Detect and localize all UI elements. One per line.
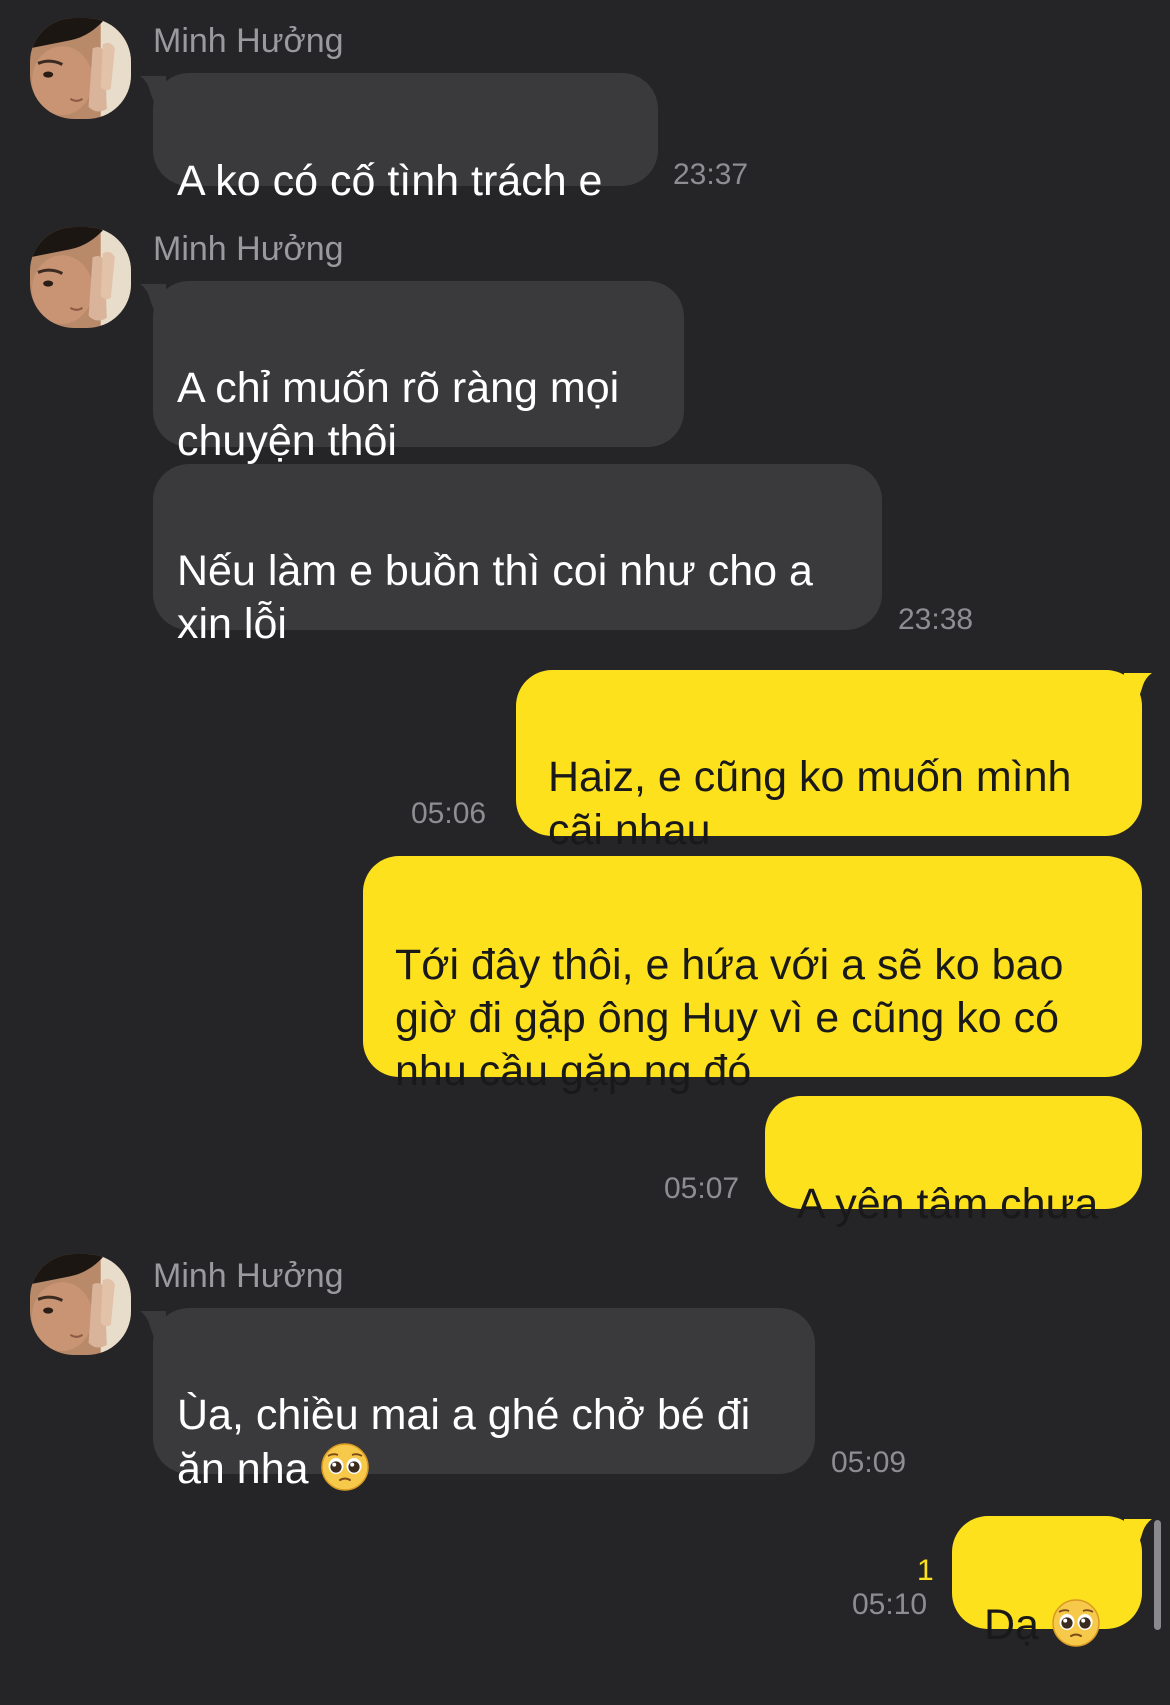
message-timestamp: 23:37: [673, 158, 749, 191]
message-bubble-incoming[interactable]: Ùa, chiều mai a ghé chở bé đi ăn nha: [153, 1308, 815, 1493]
pleading-face-icon: [1051, 1598, 1101, 1648]
avatar-photo: [30, 1254, 131, 1355]
message-text: Nếu làm e buồn thì coi như cho a xin lỗi: [177, 547, 813, 648]
message-timestamp: 05:10: [852, 1588, 928, 1621]
avatar-photo: [30, 18, 131, 119]
message-text-content: Dạ: [984, 1601, 1039, 1649]
message-text: Ùa, chiều mai a ghé chở bé đi ăn nha: [177, 1389, 791, 1496]
avatar[interactable]: [30, 18, 131, 119]
pleading-face-icon: [320, 1442, 370, 1492]
sender-name: Minh Hưởng: [153, 22, 344, 60]
message-bubble-incoming[interactable]: A ko có cố tình trách e: [153, 73, 658, 205]
message-text: A chỉ muốn rõ ràng mọi chuyện thôi: [177, 364, 620, 465]
message-bubble-outgoing[interactable]: A yên tâm chưa: [765, 1096, 1142, 1228]
message-bubble-incoming[interactable]: A chỉ muốn rõ ràng mọi chuyện thôi: [153, 281, 684, 465]
scrollbar[interactable]: [1154, 1520, 1161, 1630]
message-timestamp: 05:07: [664, 1172, 740, 1205]
message-bubble-outgoing[interactable]: Dạ: [952, 1516, 1142, 1649]
avatar[interactable]: [30, 1254, 131, 1355]
message-text-content: Ùa, chiều mai a ghé chở bé đi ăn nha: [177, 1391, 751, 1493]
message-text: A ko có cố tình trách e: [177, 157, 603, 205]
message-bubble-outgoing[interactable]: Tới đây thôi, e hứa với a sẽ ko bao giờ …: [363, 856, 1142, 1095]
avatar-photo: [30, 227, 131, 328]
message-timestamp: 23:38: [898, 603, 974, 636]
avatar[interactable]: [30, 227, 131, 328]
message-text: A yên tâm chưa: [797, 1180, 1099, 1228]
unread-count: 1: [917, 1554, 934, 1587]
message-text: Dạ: [984, 1598, 1110, 1652]
sender-name: Minh Hưởng: [153, 230, 344, 268]
message-timestamp: 05:09: [831, 1446, 907, 1479]
sender-name: Minh Hưởng: [153, 1257, 344, 1295]
bubble-tail: [1124, 673, 1152, 699]
message-bubble-incoming[interactable]: Nếu làm e buồn thì coi như cho a xin lỗi: [153, 464, 882, 648]
bubble-tail: [1124, 1519, 1152, 1545]
message-timestamp: 05:06: [411, 797, 487, 830]
message-text: Haiz, e cũng ko muốn mình cãi nhau: [548, 753, 1072, 854]
message-bubble-outgoing[interactable]: Haiz, e cũng ko muốn mình cãi nhau: [516, 670, 1142, 854]
message-text: Tới đây thôi, e hứa với a sẽ ko bao giờ …: [395, 941, 1064, 1095]
